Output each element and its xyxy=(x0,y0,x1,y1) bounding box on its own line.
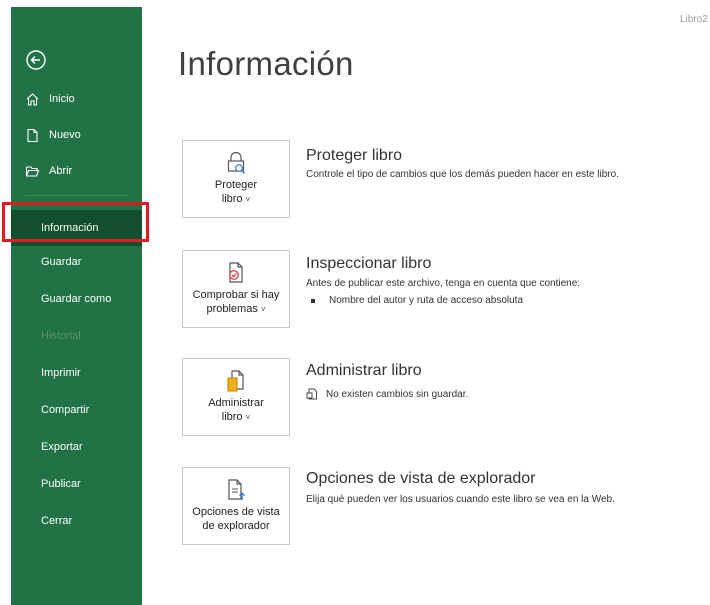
protect-workbook-label: Proteger libro ˅ xyxy=(214,179,258,205)
sidebar-item-label: Publicar xyxy=(41,478,81,490)
section-heading: Proteger libro xyxy=(306,147,403,164)
sidebar-item-label: Abrir xyxy=(49,165,73,177)
new-file-icon xyxy=(25,128,40,143)
sidebar-item-imprimir[interactable]: Imprimir xyxy=(11,359,142,387)
sidebar-item-label: Guardar xyxy=(41,256,82,268)
sidebar-item-label: Historial xyxy=(41,330,81,342)
browser-view-options-label: Opciones de vista de explorador xyxy=(192,506,280,532)
sidebar-item-label: Imprimir xyxy=(41,367,81,379)
sidebar-item-label: Guardar como xyxy=(41,293,112,305)
sidebar-item-inicio[interactable]: Inicio xyxy=(11,85,142,113)
manage-workbook-button[interactable]: Administrar libro ˅ xyxy=(182,358,290,436)
home-icon xyxy=(25,92,40,107)
sidebar-item-historial: Historial xyxy=(11,322,142,350)
open-folder-icon xyxy=(25,164,40,179)
sidebar-item-label: Exportar xyxy=(41,441,83,453)
bullet-icon xyxy=(311,298,315,303)
section-heading: Administrar libro xyxy=(306,362,422,379)
manage-workbook-icon xyxy=(225,369,247,393)
back-arrow-icon[interactable] xyxy=(25,49,47,71)
page-title: Información xyxy=(178,45,354,82)
sidebar-item-exportar[interactable]: Exportar xyxy=(11,433,142,461)
sidebar-divider xyxy=(25,195,129,196)
section-description: Elija qué pueden ver los usuarios cuando… xyxy=(306,494,615,505)
sidebar-item-abrir[interactable]: Abrir xyxy=(11,157,142,185)
chevron-down-icon: ˅ xyxy=(245,413,251,422)
manage-workbook-label: Administrar libro ˅ xyxy=(208,397,264,423)
list-item: Nombre del autor y ruta de acceso absolu… xyxy=(311,295,523,306)
chevron-down-icon: ˅ xyxy=(245,195,251,204)
sidebar-item-guardar[interactable]: Guardar xyxy=(11,248,142,276)
document-name: Libro2 xyxy=(680,14,708,25)
browser-view-icon xyxy=(225,478,247,502)
check-document-icon xyxy=(225,261,247,285)
sidebar-item-nuevo[interactable]: Nuevo xyxy=(11,121,142,149)
sidebar-item-label: Nuevo xyxy=(49,129,81,141)
document-icon xyxy=(306,388,318,400)
sidebar-item-compartir[interactable]: Compartir xyxy=(11,396,142,424)
status-row: No existen cambios sin guardar. xyxy=(306,388,468,400)
sidebar-item-cerrar[interactable]: Cerrar xyxy=(11,507,142,535)
section-description: Antes de publicar este archivo, tenga en… xyxy=(306,278,581,289)
chevron-down-icon: ˅ xyxy=(260,305,266,314)
section-heading: Opciones de vista de explorador xyxy=(306,470,536,487)
sidebar-item-label: Inicio xyxy=(49,93,75,105)
sidebar-item-label: Cerrar xyxy=(41,515,73,527)
check-issues-label: Comprobar si hay problemas ˅ xyxy=(192,289,280,315)
sidebar-item-guardar-como[interactable]: Guardar como xyxy=(11,285,142,313)
lock-icon xyxy=(225,151,247,175)
backstage-sidebar: Inicio Nuevo Abrir Información Guardar G… xyxy=(11,7,142,605)
sidebar-item-publicar[interactable]: Publicar xyxy=(11,470,142,498)
section-heading: Inspeccionar libro xyxy=(306,255,432,272)
browser-view-options-button[interactable]: Opciones de vista de explorador xyxy=(182,467,290,545)
check-issues-button[interactable]: Comprobar si hay problemas ˅ xyxy=(182,250,290,328)
sidebar-item-label: Compartir xyxy=(41,404,90,416)
highlight-box xyxy=(2,202,149,242)
section-description: Controle el tipo de cambios que los demá… xyxy=(306,169,619,180)
protect-workbook-button[interactable]: Proteger libro ˅ xyxy=(182,140,290,218)
